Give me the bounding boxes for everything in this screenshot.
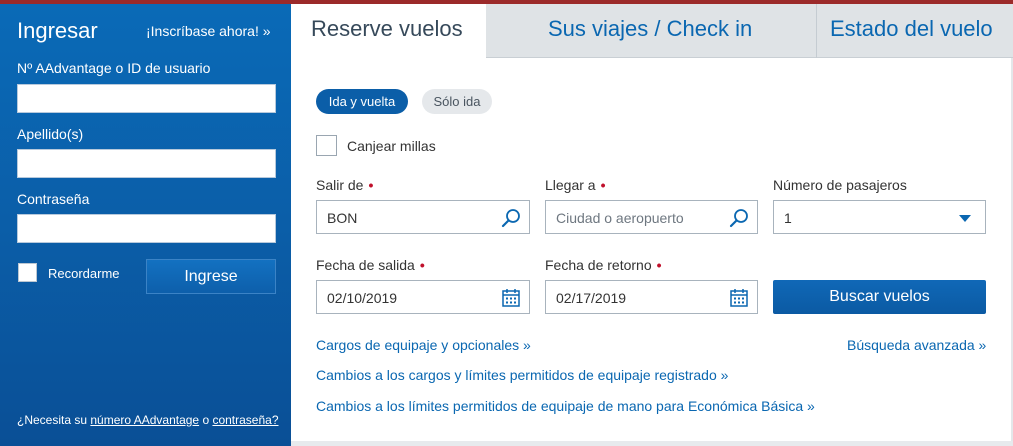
help-or: o xyxy=(199,413,213,427)
one-way-toggle[interactable]: Sólo ida xyxy=(422,89,492,114)
required-dot: • xyxy=(419,257,425,273)
chevron-down-icon xyxy=(959,215,971,222)
login-submit-button[interactable]: Ingrese xyxy=(146,259,276,294)
help-prefix: ¿Necesita su xyxy=(17,413,91,427)
carryon-changes-link[interactable]: Cambios a los límites permitidos de equi… xyxy=(316,398,815,414)
calendar-icon[interactable] xyxy=(729,288,749,308)
password-label: Contraseña xyxy=(17,191,90,207)
remember-label: Recordarme xyxy=(48,266,120,281)
depart-date-field[interactable]: 02/10/2019 xyxy=(316,280,530,314)
username-label: Nº AAdvantage o ID de usuario xyxy=(17,60,211,76)
calendar-icon[interactable] xyxy=(501,288,521,308)
passengers-label: Número de pasajeros xyxy=(773,177,907,193)
lastname-label: Apellido(s) xyxy=(17,126,84,142)
panel-bottom-edge xyxy=(291,441,1013,446)
tab-book-flights[interactable]: Reserve vuelos xyxy=(291,4,486,58)
to-label: Llegar a • xyxy=(545,177,606,193)
signup-link[interactable]: ¡Inscríbase ahora! » xyxy=(146,23,271,39)
return-date-value: 02/17/2019 xyxy=(556,290,627,306)
round-trip-toggle[interactable]: Ida y vuelta xyxy=(316,89,408,114)
redeem-miles-label: Canjear millas xyxy=(347,138,436,154)
return-date-label-text: Fecha de retorno xyxy=(545,257,652,273)
username-input[interactable] xyxy=(17,84,276,113)
tab-trips-checkin-label: Sus viajes / Check in xyxy=(548,16,753,41)
to-label-text: Llegar a xyxy=(545,177,596,193)
login-help-text: ¿Necesita su número AAdvantage o contras… xyxy=(17,413,279,427)
return-date-field[interactable]: 02/17/2019 xyxy=(545,280,758,314)
tab-bar: Reserve vuelos Sus viajes / Check in Est… xyxy=(291,4,1013,58)
search-icon[interactable] xyxy=(501,208,521,228)
booking-widget: Ingresar ¡Inscríbase ahora! » Nº AAdvant… xyxy=(0,0,1013,446)
from-label-text: Salir de xyxy=(316,177,364,193)
redeem-miles-checkbox[interactable] xyxy=(316,135,337,156)
password-input[interactable] xyxy=(17,214,276,243)
search-flights-button[interactable]: Buscar vuelos xyxy=(773,280,986,314)
return-date-label: Fecha de retorno • xyxy=(545,257,662,273)
baggage-fees-link[interactable]: Cargos de equipaje y opcionales » xyxy=(316,337,531,353)
login-panel: Ingresar ¡Inscríbase ahora! » Nº AAdvant… xyxy=(0,4,291,446)
passengers-value: 1 xyxy=(784,210,792,226)
tab-trips-checkin[interactable]: Sus viajes / Check in xyxy=(486,4,816,58)
depart-date-label-text: Fecha de salida xyxy=(316,257,415,273)
checked-baggage-changes-link[interactable]: Cambios a los cargos y límites permitido… xyxy=(316,367,728,383)
passengers-select[interactable]: 1 xyxy=(773,200,986,234)
required-dot: • xyxy=(368,177,374,193)
password-help-link[interactable]: contraseña? xyxy=(212,413,278,427)
depart-date-value: 02/10/2019 xyxy=(327,290,398,306)
from-field[interactable]: BON xyxy=(316,200,530,234)
from-label: Salir de • xyxy=(316,177,373,193)
login-title: Ingresar xyxy=(17,18,98,43)
required-dot: • xyxy=(600,177,606,193)
search-icon[interactable] xyxy=(729,208,749,228)
required-dot: • xyxy=(656,257,662,273)
to-placeholder: Ciudad o aeropuerto xyxy=(556,210,684,226)
tab-flight-status-label: Estado del vuelo xyxy=(830,16,993,41)
remember-checkbox[interactable] xyxy=(18,263,37,282)
lastname-input[interactable] xyxy=(17,149,276,178)
to-field[interactable]: Ciudad o aeropuerto xyxy=(545,200,758,234)
tab-flight-status[interactable]: Estado del vuelo xyxy=(817,4,1013,58)
advanced-search-link[interactable]: Búsqueda avanzada » xyxy=(847,337,986,353)
tab-book-flights-label: Reserve vuelos xyxy=(311,16,463,41)
aadvantage-number-link[interactable]: número AAdvantage xyxy=(90,413,199,427)
from-value: BON xyxy=(327,210,358,226)
depart-date-label: Fecha de salida • xyxy=(316,257,425,273)
